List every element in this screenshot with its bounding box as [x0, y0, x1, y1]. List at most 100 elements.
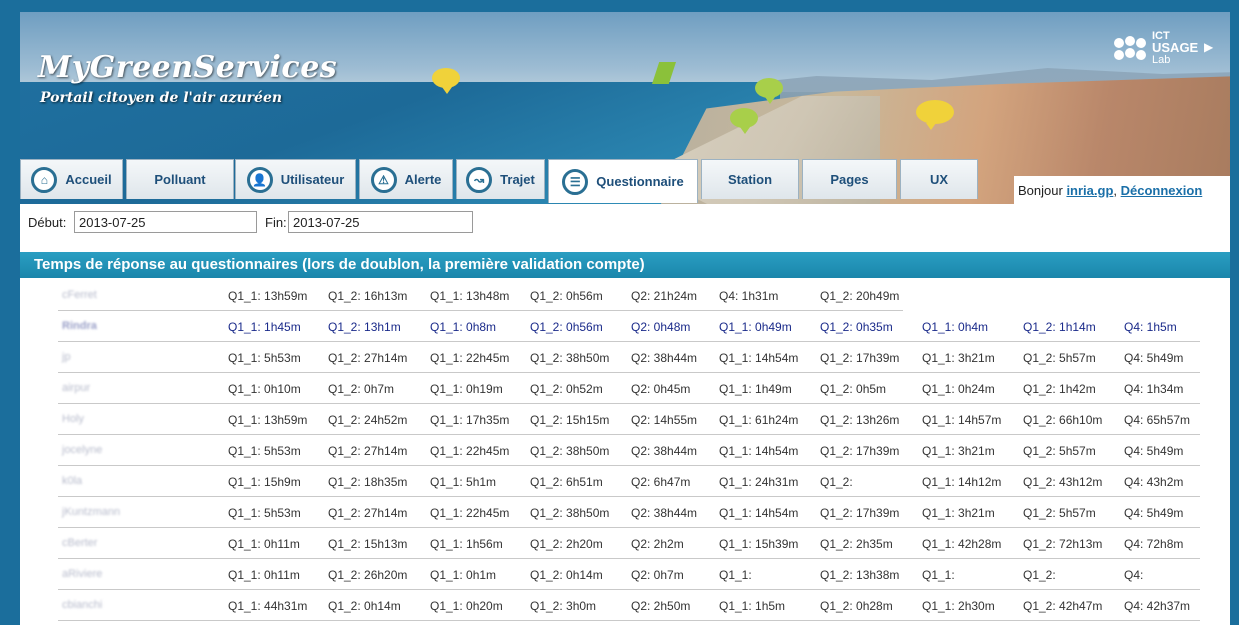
tab-ux[interactable]: UX [900, 159, 978, 199]
response-time-cell: Q1_1: 15h9m [228, 475, 301, 489]
response-time-cell: Q2: 0h45m [631, 382, 691, 396]
tab-label: Questionnaire [596, 174, 684, 189]
response-time-cell: Q4: 43h2m [1124, 475, 1184, 489]
response-time-cell: Q1_2: 0h52m [530, 382, 603, 396]
row-username: jKuntzmann [62, 506, 121, 518]
response-time-cell: Q1_1: 2h30m [922, 599, 995, 613]
table-row: k0la Q1_1: 15h9m Q1_2: 18h35m Q1_1: 5h1m Q1_… [58, 466, 1200, 497]
response-time-cell: Q1_2: 13h26m [820, 413, 900, 427]
logo-line-2: USAGE [1152, 40, 1199, 55]
row-username: cFerret [62, 289, 97, 301]
tab-utilisateur[interactable]: 👤 Utilisateur [235, 159, 356, 199]
response-time-cell: Q1_2: 15h13m [328, 537, 408, 551]
response-time-cell: Q1_1: 13h59m [228, 289, 308, 303]
response-time-cell: Q4: 65h57m [1124, 413, 1191, 427]
response-time-cell: Q1_2: 38h50m [530, 506, 610, 520]
response-time-cell: Q4: 1h34m [1124, 382, 1184, 396]
app-frame: MyGreenServices Portail citoyen de l'air… [20, 12, 1230, 625]
response-time-cell: Q1_2: 5h57m [1023, 351, 1096, 365]
response-time-cell: Q4: 42h37m [1124, 599, 1191, 613]
response-time-cell: Q1_1: 0h20m [430, 599, 503, 613]
username-link[interactable]: inria.gp [1066, 183, 1113, 198]
tab-station[interactable]: Station [701, 159, 799, 199]
route-icon: ↝ [466, 166, 493, 193]
end-date-input[interactable] [288, 211, 473, 233]
response-time-cell: Q1_1: 3h21m [922, 506, 995, 520]
response-time-cell: Q4: 72h8m [1124, 537, 1184, 551]
start-date-input[interactable] [74, 211, 257, 233]
response-time-cell: Q1_2: 17h39m [820, 506, 900, 520]
response-time-cell: Q1_1: 3h21m [922, 351, 995, 365]
response-time-cell: Q1_2: 27h14m [328, 506, 408, 520]
response-time-cell: Q2: 38h44m [631, 506, 698, 520]
response-time-cell: Q4: 1h5m [1124, 320, 1177, 334]
response-time-cell: Q2: 38h44m [631, 444, 698, 458]
table-row: jocelyne Q1_1: 5h53m Q1_2: 27h14m Q1_1: 22h… [58, 435, 1200, 466]
response-time-cell: Q1_2: 17h39m [820, 351, 900, 365]
tab-label: Pages [830, 172, 869, 187]
response-time-cell: Q2: 2h2m [631, 537, 684, 551]
end-date-label: Fin: [265, 215, 287, 230]
response-time-cell: Q1_2: 0h35m [820, 320, 893, 334]
tab-questionnaire[interactable]: ☰ Questionnaire [548, 159, 698, 203]
response-time-cell: Q1_1: 1h49m [719, 382, 792, 396]
response-time-cell: Q1_1: 13h59m [228, 413, 308, 427]
logout-link[interactable]: Déconnexion [1121, 183, 1203, 198]
response-time-cell: Q1_2: [1023, 568, 1056, 582]
row-username: Rindra [62, 320, 97, 332]
greeting-text: Bonjour [1018, 182, 1063, 198]
table-row: cFerret Q1_1: 13h59m Q1_2: 16h13m Q1_1: 13h… [58, 280, 1200, 311]
table-row: aRiviere Q1_1: 0h11m Q1_2: 26h20m Q1_1: 0h1… [58, 559, 1200, 590]
response-time-cell: Q1_2: 0h14m [530, 568, 603, 582]
separator-text: , [1113, 182, 1118, 198]
response-time-cell: Q1_1: 13h48m [430, 289, 510, 303]
table-row: airpur Q1_1: 0h10m Q1_2: 0h7m Q1_1: 0h19m Q1… [58, 373, 1200, 404]
response-time-cell: Q1_1: 22h45m [430, 351, 510, 365]
response-time-cell: Q4: 5h49m [1124, 444, 1184, 458]
start-date-label: Début: [28, 215, 67, 230]
response-time-cell: Q2: 6h47m [631, 475, 691, 489]
tab-alerte[interactable]: ⚠ Alerte [359, 159, 453, 199]
tab-trajet[interactable]: ↝ Trajet [456, 159, 545, 199]
response-time-cell: Q1_2: 15h15m [530, 413, 610, 427]
alert-icon: ⚠ [370, 166, 397, 193]
tab-pages[interactable]: Pages [802, 159, 897, 199]
response-time-cell: Q1_1: [922, 568, 955, 582]
response-time-cell: Q1_2: 27h14m [328, 351, 408, 365]
response-time-cell: Q1_2: 0h14m [328, 599, 401, 613]
row-username: airpur [62, 382, 91, 394]
response-time-cell: Q1_2: 18h35m [328, 475, 408, 489]
response-time-cell: Q1_2: 42h47m [1023, 599, 1103, 613]
response-time-cell: Q1_2: 2h35m [820, 537, 893, 551]
brand-title: MyGreenServices [38, 50, 338, 85]
response-time-cell: Q1_1: 0h19m [430, 382, 503, 396]
response-time-cell: Q1_2: 1h42m [1023, 382, 1096, 396]
response-time-cell: Q1_1: 24h31m [719, 475, 799, 489]
response-time-cell: Q1_1: 0h49m [719, 320, 792, 334]
response-time-cell: Q1_1: 5h53m [228, 444, 301, 458]
row-username: cbianchi [62, 599, 103, 611]
response-time-cell: Q1_2: 17h39m [820, 444, 900, 458]
tab-label: Trajet [500, 172, 535, 187]
brand-subtitle: Portail citoyen de l'air azuréen [40, 90, 283, 106]
response-time-cell: Q1_2: 0h28m [820, 599, 893, 613]
response-time-cell: Q1_2: 43h12m [1023, 475, 1103, 489]
tab-label: Utilisateur [280, 172, 345, 187]
response-time-cell: Q1_1: 22h45m [430, 444, 510, 458]
response-time-cell: Q1_1: 0h10m [228, 382, 301, 396]
tab-label: Polluant [154, 172, 206, 187]
response-time-cell: Q1_2: 27h14m [328, 444, 408, 458]
response-time-cell: Q1_2: 20h49m [820, 289, 900, 303]
response-time-cell: Q1_1: 1h5m [719, 599, 786, 613]
response-time-cell: Q1_2: 13h1m [328, 320, 401, 334]
logo-line-3: Lab [1152, 54, 1171, 66]
section-title: Temps de réponse au questionnaires (lors… [20, 252, 1230, 278]
tab-accueil[interactable]: ⌂ Accueil [20, 159, 123, 199]
response-time-table: cFerret Q1_1: 13h59m Q1_2: 16h13m Q1_1: 13h… [58, 280, 1200, 621]
user-icon: 👤 [246, 166, 273, 193]
tab-polluant[interactable]: Polluant [126, 159, 234, 199]
response-time-cell: Q2: 0h48m [631, 320, 691, 334]
response-time-cell: Q1_1: 5h53m [228, 506, 301, 520]
logo-dots-icon [1114, 36, 1146, 68]
yellow-bubble-icon [432, 68, 460, 94]
